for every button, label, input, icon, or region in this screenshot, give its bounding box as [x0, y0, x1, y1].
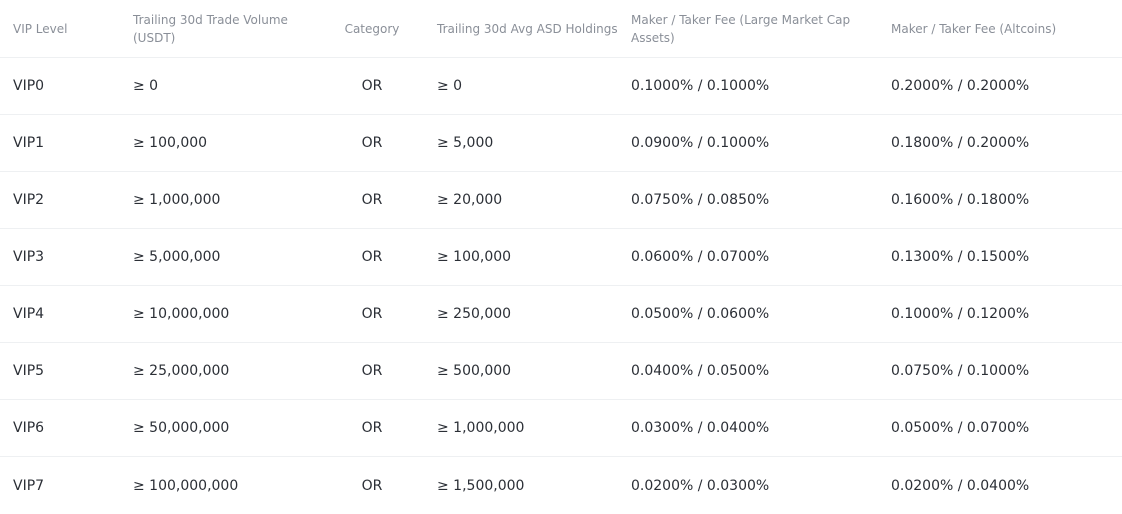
vip-level-cell: VIP3: [13, 249, 45, 265]
vip-level-cell: VIP2: [13, 192, 45, 208]
table-row: VIP6 ≥ 50,000,000 OR ≥ 1,000,000 0.0300%…: [0, 400, 1122, 457]
asd-holdings-cell: ≥ 1,500,000: [437, 477, 525, 494]
trade-volume-cell: ≥ 100,000,000: [133, 477, 239, 494]
header-fee-altcoins: Maker / Taker Fee (Altcoins): [891, 21, 1057, 36]
category-cell: OR: [361, 420, 383, 436]
fee-altcoins-cell: 0.0750% / 0.1000%: [891, 363, 1030, 379]
asd-holdings-cell: ≥ 20,000: [437, 192, 503, 208]
fee-large-cap-cell: 0.0400% / 0.0500%: [631, 363, 770, 379]
asd-holdings-cell: ≥ 0: [437, 78, 463, 94]
trade-volume-cell: ≥ 25,000,000: [133, 363, 230, 379]
table-header-row: VIP Level Trailing 30d Trade Volume (USD…: [0, 0, 1122, 58]
fee-large-cap-cell: 0.0750% / 0.0850%: [631, 192, 770, 208]
fee-large-cap-cell: 0.0900% / 0.1000%: [631, 135, 770, 151]
vip-level-cell: VIP0: [13, 78, 45, 94]
fee-altcoins-cell: 0.1800% / 0.2000%: [891, 135, 1030, 151]
fee-large-cap-cell: 0.0600% / 0.0700%: [631, 249, 770, 265]
trade-volume-cell: ≥ 1,000,000: [133, 192, 221, 208]
table-row: VIP0 ≥ 0 OR ≥ 0 0.1000% / 0.1000% 0.2000…: [0, 58, 1122, 115]
vip-level-cell: VIP6: [13, 420, 45, 436]
asd-holdings-cell: ≥ 500,000: [437, 363, 512, 379]
vip-level-cell: VIP4: [13, 306, 45, 322]
category-cell: OR: [361, 477, 383, 494]
trade-volume-cell: ≥ 10,000,000: [133, 306, 230, 322]
fee-large-cap-cell: 0.0500% / 0.0600%: [631, 306, 770, 322]
fee-altcoins-cell: 0.1300% / 0.1500%: [891, 249, 1030, 265]
header-fee-large-cap: Maker / Taker Fee (Large Market Cap Asse…: [631, 12, 851, 45]
asd-holdings-cell: ≥ 1,000,000: [437, 420, 525, 436]
asd-holdings-cell: ≥ 100,000: [437, 249, 512, 265]
asd-holdings-cell: ≥ 5,000: [437, 135, 494, 151]
trade-volume-cell: ≥ 100,000: [133, 135, 208, 151]
vip-level-cell: VIP1: [13, 135, 45, 151]
trade-volume-cell: ≥ 50,000,000: [133, 420, 230, 436]
category-cell: OR: [361, 192, 383, 208]
fee-altcoins-cell: 0.0200% / 0.0400%: [891, 477, 1030, 494]
header-category: Category: [344, 21, 400, 36]
fee-large-cap-cell: 0.0200% / 0.0300%: [631, 477, 770, 494]
fee-altcoins-cell: 0.0500% / 0.0700%: [891, 420, 1030, 436]
vip-fee-table: VIP Level Trailing 30d Trade Volume (USD…: [0, 0, 1122, 495]
table-row: VIP5 ≥ 25,000,000 OR ≥ 500,000 0.0400% /…: [0, 343, 1122, 400]
vip-level-cell: VIP7: [13, 477, 45, 494]
category-cell: OR: [361, 78, 383, 94]
vip-level-cell: VIP5: [13, 363, 45, 379]
table-row: VIP4 ≥ 10,000,000 OR ≥ 250,000 0.0500% /…: [0, 286, 1122, 343]
header-asd-holdings: Trailing 30d Avg ASD Holdings: [437, 21, 618, 36]
category-cell: OR: [361, 306, 383, 322]
table-row: VIP1 ≥ 100,000 OR ≥ 5,000 0.0900% / 0.10…: [0, 115, 1122, 172]
table-row: VIP7 ≥ 100,000,000 OR ≥ 1,500,000 0.0200…: [0, 457, 1122, 514]
fee-large-cap-cell: 0.1000% / 0.1000%: [631, 78, 770, 94]
category-cell: OR: [361, 363, 383, 379]
trade-volume-cell: ≥ 0: [133, 78, 159, 94]
header-vip-level: VIP Level: [13, 21, 68, 36]
fee-large-cap-cell: 0.0300% / 0.0400%: [631, 420, 770, 436]
header-trade-volume: Trailing 30d Trade Volume (USDT): [133, 12, 288, 45]
table-row: VIP3 ≥ 5,000,000 OR ≥ 100,000 0.0600% / …: [0, 229, 1122, 286]
fee-altcoins-cell: 0.2000% / 0.2000%: [891, 78, 1030, 94]
fee-altcoins-cell: 0.1600% / 0.1800%: [891, 192, 1030, 208]
table-row: VIP2 ≥ 1,000,000 OR ≥ 20,000 0.0750% / 0…: [0, 172, 1122, 229]
category-cell: OR: [361, 135, 383, 151]
category-cell: OR: [361, 249, 383, 265]
fee-altcoins-cell: 0.1000% / 0.1200%: [891, 306, 1030, 322]
trade-volume-cell: ≥ 5,000,000: [133, 249, 221, 265]
asd-holdings-cell: ≥ 250,000: [437, 306, 512, 322]
